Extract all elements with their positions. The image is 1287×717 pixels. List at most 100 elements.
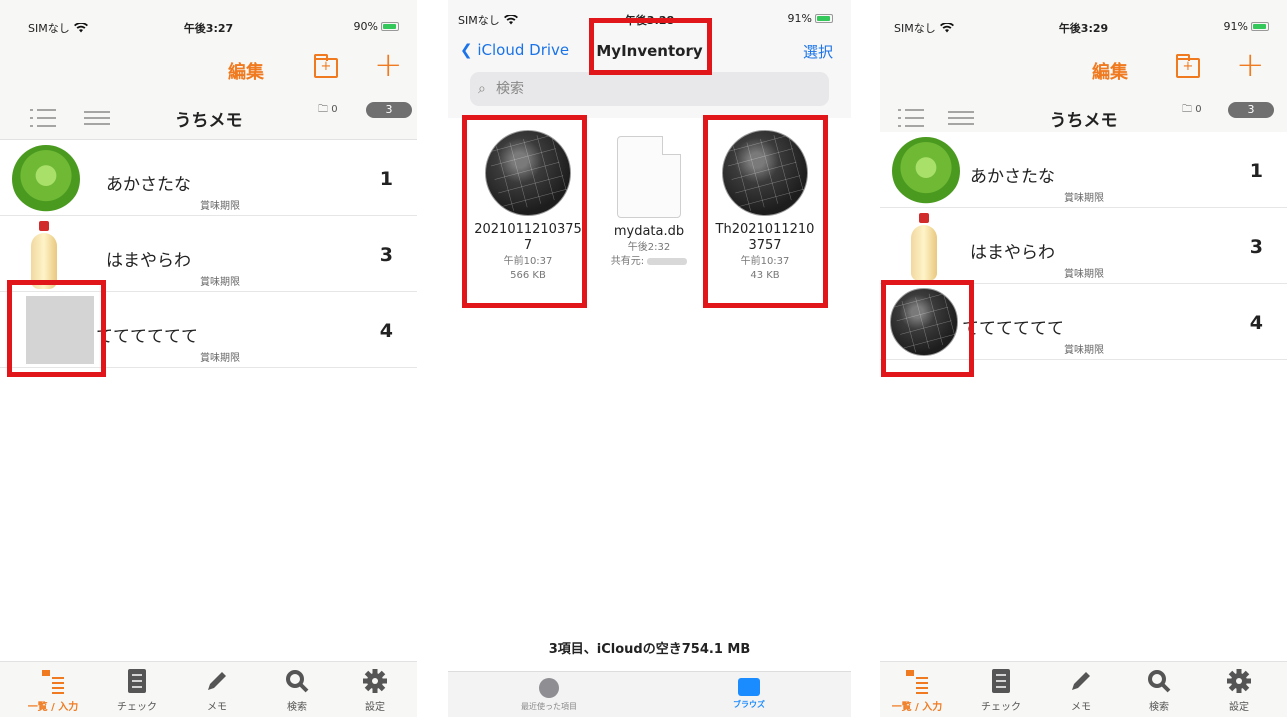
list-item[interactable]: はまやらわ 賞味期限 3 bbox=[0, 216, 417, 292]
item-quantity: 3 bbox=[379, 244, 393, 266]
file-time: 午前10:37 bbox=[503, 256, 553, 267]
tab-browse[interactable]: ブラウズ bbox=[694, 678, 804, 710]
file-size: 566 KB bbox=[510, 270, 546, 281]
mayonnaise-thumbnail bbox=[892, 213, 960, 281]
tab-memo[interactable]: メモ bbox=[182, 668, 252, 713]
folder-count: 🗀 0 bbox=[1182, 104, 1202, 115]
storage-summary: 3項目、iCloudの空き754.1 MB bbox=[548, 642, 751, 657]
tab-recents[interactable]: 最近使った項目 bbox=[494, 678, 604, 712]
item-quantity: 4 bbox=[379, 320, 393, 342]
nav-bar: 編集 + + bbox=[880, 38, 1287, 96]
tab-check[interactable]: チェック bbox=[966, 668, 1036, 713]
tab-check[interactable]: チェック bbox=[102, 668, 172, 713]
tab-search[interactable]: 検索 bbox=[1124, 668, 1194, 713]
expiry-label: 賞味期限 bbox=[200, 353, 240, 364]
list-header: うちメモ 🗀 0 3 bbox=[0, 96, 417, 140]
document-icon bbox=[617, 136, 681, 218]
placeholder-thumbnail bbox=[26, 296, 94, 364]
file-name: mydata.db bbox=[613, 224, 685, 239]
expiry-label: 賞味期限 bbox=[1064, 345, 1104, 356]
tab-bar: 一覧 / 入力 チェック メモ 検索 設定 bbox=[880, 661, 1287, 717]
gear-icon bbox=[363, 669, 387, 693]
search-input[interactable]: ⌕ 検索 bbox=[470, 72, 829, 106]
file-shared: 共有元: bbox=[594, 256, 704, 268]
battery-indicator: 91% bbox=[788, 12, 833, 25]
item-count-badge: 3 bbox=[1228, 102, 1274, 118]
tab-search[interactable]: 検索 bbox=[262, 668, 332, 713]
list-item[interactable]: てててててて 賞味期限 4 bbox=[0, 292, 417, 368]
expiry-label: 賞味期限 bbox=[200, 277, 240, 288]
tab-list-input[interactable]: 一覧 / 入力 bbox=[18, 668, 88, 713]
file-item[interactable]: mydata.db 午後2:32 共有元: bbox=[594, 130, 704, 268]
file-name: Th2021011210 3757 bbox=[715, 222, 815, 253]
edit-button[interactable]: 編集 bbox=[1092, 58, 1128, 84]
redacted-owner bbox=[647, 257, 688, 265]
section-title: うちメモ bbox=[174, 111, 243, 131]
item-name: はまやらわ bbox=[106, 251, 191, 271]
expiry-label: 賞味期限 bbox=[1064, 269, 1104, 280]
add-folder-icon[interactable]: + bbox=[1176, 54, 1200, 78]
item-name: あかさたな bbox=[106, 175, 191, 195]
file-item[interactable]: Th2021011210 3757 午前10:37 43 KB bbox=[710, 130, 820, 282]
search-icon bbox=[1148, 670, 1171, 693]
expiry-label: 賞味期限 bbox=[200, 201, 240, 212]
mayonnaise-thumbnail bbox=[12, 221, 80, 289]
folder-outline-icon: 🗀 bbox=[1182, 104, 1192, 115]
status-bar: SIMなし 午後3:29 91% bbox=[880, 0, 1287, 38]
checklist-icon bbox=[992, 669, 1010, 693]
battery-indicator: 91% bbox=[1224, 20, 1269, 33]
item-quantity: 1 bbox=[379, 168, 393, 190]
status-bar: SIMなし 午後3:27 90% bbox=[0, 0, 417, 38]
checklist-icon bbox=[128, 669, 146, 693]
edit-button[interactable]: 編集 bbox=[228, 58, 264, 84]
file-time: 午後2:32 bbox=[627, 242, 671, 253]
keyboard-photo-thumbnail bbox=[722, 130, 808, 216]
item-name: あかさたな bbox=[970, 167, 1055, 187]
search-icon bbox=[286, 670, 309, 693]
folder-count: 🗀 0 bbox=[318, 104, 338, 115]
search-icon: ⌕ bbox=[478, 81, 486, 97]
folder-title: MyInventory bbox=[596, 42, 703, 60]
section-title: うちメモ bbox=[1049, 111, 1118, 131]
list-item[interactable]: あかさたな 賞味期限 1 bbox=[0, 140, 417, 216]
add-folder-icon[interactable]: + bbox=[314, 54, 338, 78]
cabbage-thumbnail bbox=[12, 145, 80, 213]
tab-list-input[interactable]: 一覧 / 入力 bbox=[882, 668, 952, 713]
expiry-label: 賞味期限 bbox=[1064, 193, 1104, 204]
clock-icon bbox=[539, 678, 559, 698]
list-item[interactable]: あかさたな 賞味期限 1 bbox=[880, 132, 1287, 208]
tab-bar: 一覧 / 入力 チェック メモ 検索 設定 bbox=[0, 661, 417, 717]
files-nav-bar: ❮ iCloud Drive MyInventory 選択 ⌕ 検索 bbox=[448, 38, 851, 118]
list-item[interactable]: てててててて 賞味期限 4 bbox=[880, 284, 1287, 360]
item-name: てててててて bbox=[96, 327, 198, 347]
item-name: はまやらわ bbox=[970, 243, 1055, 263]
tab-settings[interactable]: 設定 bbox=[340, 668, 410, 713]
list-icon bbox=[906, 670, 928, 694]
list-item[interactable]: はまやらわ 賞味期限 3 bbox=[880, 208, 1287, 284]
tab-memo[interactable]: メモ bbox=[1046, 668, 1116, 713]
cabbage-thumbnail bbox=[892, 137, 960, 205]
tab-settings[interactable]: 設定 bbox=[1204, 668, 1274, 713]
keyboard-photo-thumbnail bbox=[890, 288, 958, 356]
add-item-icon[interactable]: + bbox=[374, 48, 403, 82]
item-quantity: 1 bbox=[1249, 160, 1263, 182]
item-quantity: 3 bbox=[1249, 236, 1263, 258]
files-app-screen: SIMなし 午後3:28 91% ❮ iCloud Drive MyInvent… bbox=[448, 0, 851, 717]
list-icon bbox=[42, 670, 64, 694]
file-item[interactable]: 2021011210375 7 午前10:37 566 KB bbox=[473, 130, 583, 282]
inventory-app-screen-before: SIMなし 午後3:27 90% 編集 + + うちメモ 🗀 0 3 あかさたな… bbox=[0, 0, 417, 717]
item-quantity: 4 bbox=[1249, 312, 1263, 334]
keyboard-photo-thumbnail bbox=[485, 130, 571, 216]
battery-indicator: 90% bbox=[354, 20, 399, 33]
files-tab-bar: 最近使った項目 ブラウズ bbox=[448, 671, 851, 717]
file-name: 2021011210375 7 bbox=[474, 222, 582, 253]
file-size: 43 KB bbox=[750, 270, 780, 281]
file-time: 午前10:37 bbox=[740, 256, 790, 267]
select-button[interactable]: 選択 bbox=[803, 41, 833, 62]
pencil-icon bbox=[208, 672, 226, 690]
battery-icon bbox=[381, 22, 399, 31]
nav-bar: 編集 + + bbox=[0, 38, 417, 96]
pencil-icon bbox=[1072, 672, 1090, 690]
add-item-icon[interactable]: + bbox=[1236, 48, 1265, 82]
folder-outline-icon: 🗀 bbox=[318, 104, 328, 115]
